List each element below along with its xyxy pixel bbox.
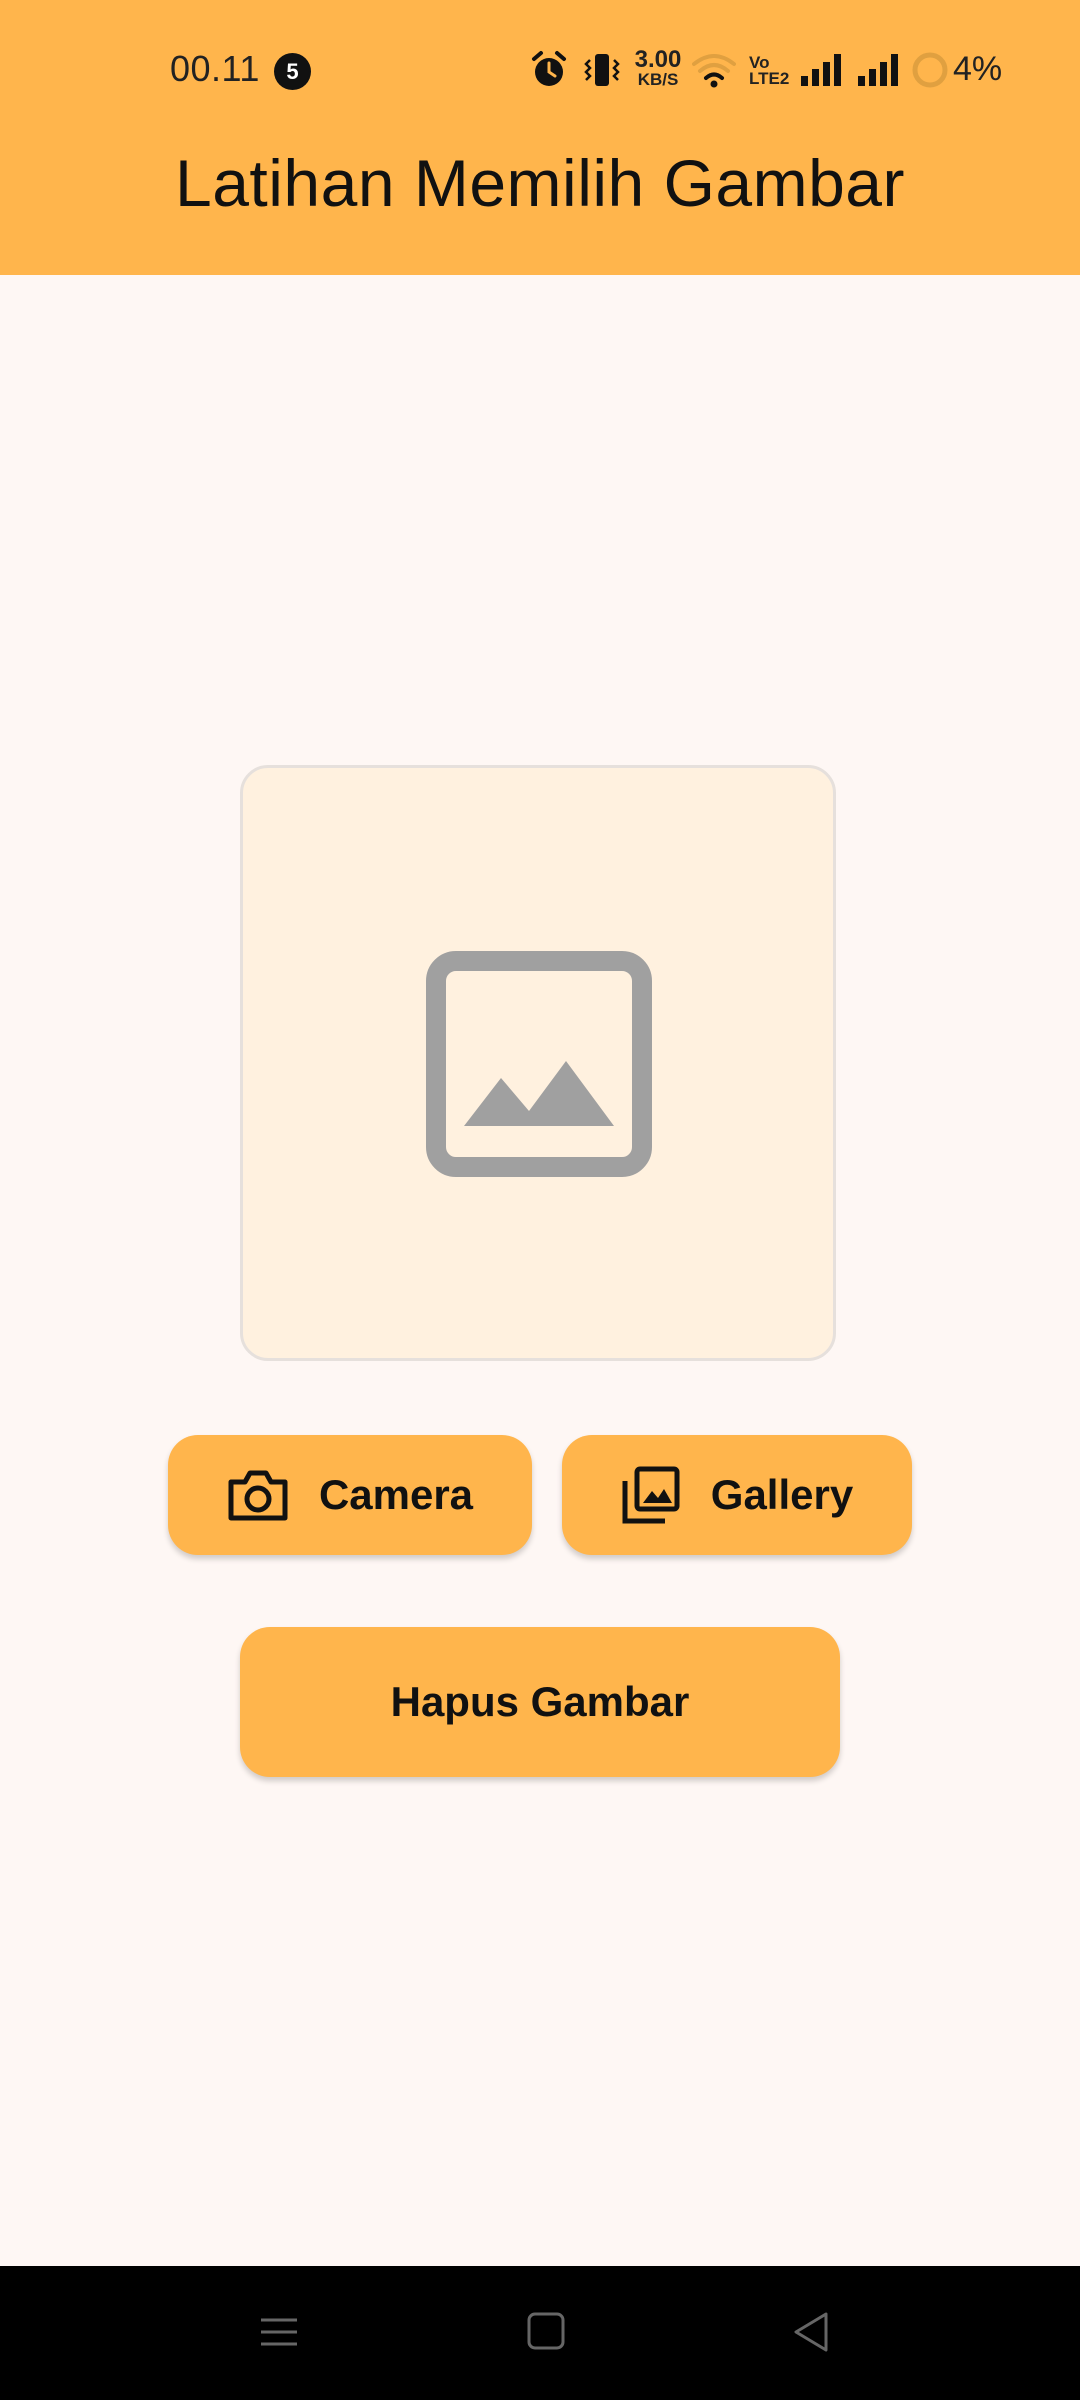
vibrate-icon [584, 54, 620, 86]
battery-icon [912, 52, 948, 88]
net-speed-unit: KB/S [637, 70, 679, 89]
image-preview [240, 765, 836, 1361]
notification-badge: 5 [274, 53, 311, 90]
camera-icon [227, 1468, 289, 1522]
status-time: 00.11 [170, 48, 260, 89]
gallery-button[interactable]: Gallery [562, 1435, 912, 1555]
gallery-icon [621, 1465, 681, 1525]
camera-button-label: Camera [318, 1471, 474, 1518]
signal-icon [801, 54, 841, 86]
delete-image-button[interactable]: Hapus Gambar [240, 1627, 840, 1777]
camera-button[interactable]: Camera [168, 1435, 532, 1555]
back-icon[interactable] [792, 2306, 832, 2358]
system-nav-bar [0, 2266, 1080, 2400]
wifi-icon [692, 54, 736, 88]
net-speed: 3.00 KB/S [630, 48, 686, 90]
battery-percent: 4% [953, 50, 1003, 88]
alarm-icon [532, 51, 566, 86]
status-bar: 00.11 5 3.00 KB/S Vo LTE2 4% [0, 0, 1080, 145]
app-bar: 00.11 5 3.00 KB/S Vo LTE2 4% Latihan Mem… [0, 0, 1080, 275]
page-title: Latihan Memilih Gambar [175, 146, 905, 220]
image-placeholder-icon [426, 951, 652, 1177]
gallery-button-label: Gallery [710, 1471, 854, 1518]
signal-icon-sim2 [858, 54, 898, 86]
home-icon[interactable] [526, 2306, 566, 2358]
delete-image-button-label: Hapus Gambar [390, 1678, 690, 1725]
volte-bottom: LTE2 [749, 69, 790, 88]
net-speed-value: 3.00 [634, 46, 682, 73]
menu-icon[interactable] [258, 2306, 300, 2358]
volte-indicator: Vo LTE2 [749, 54, 790, 88]
